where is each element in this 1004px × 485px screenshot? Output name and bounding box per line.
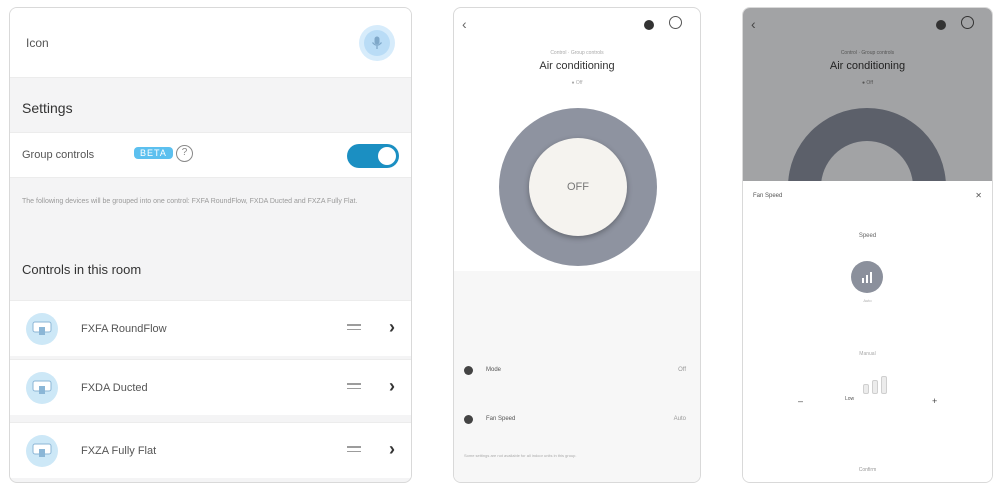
speed-label: Speed: [858, 233, 877, 239]
fan-speed-sheet: Fan Speed ✕ Speed Auto Manual – + Low Co…: [743, 181, 992, 482]
chevron-right-icon[interactable]: ›: [389, 439, 395, 460]
control-row-fxda[interactable]: FXDA Ducted ›: [10, 359, 411, 415]
fan-speed-sheet-panel: ‹ Control · Group controls Air condition…: [742, 7, 993, 483]
schedule-icon[interactable]: [936, 20, 946, 30]
speed-bar-3[interactable]: [881, 376, 887, 394]
auto-fan-button[interactable]: [851, 261, 883, 293]
fan-speed-label: Fan Speed: [486, 416, 516, 422]
dimmed-background: ‹ Control · Group controls Air condition…: [743, 8, 992, 181]
toggle-knob: [378, 147, 396, 165]
power-button[interactable]: OFF: [529, 138, 627, 236]
group-controls-row: Group controls BETA ?: [10, 132, 411, 178]
increase-button[interactable]: +: [932, 396, 937, 406]
fan-icon: [464, 415, 473, 424]
drag-handle-icon[interactable]: [347, 446, 361, 455]
group-settings-panel: Icon Settings Group controls BETA ? The …: [9, 7, 412, 483]
chevron-right-icon[interactable]: ›: [389, 317, 395, 338]
group-controls-toggle[interactable]: [347, 144, 399, 168]
ac-unit-icon: [26, 435, 58, 467]
chevron-right-icon[interactable]: ›: [389, 376, 395, 397]
icon-label: Icon: [26, 36, 49, 50]
power-icon[interactable]: [669, 16, 682, 29]
control-name: FXZA Fully Flat: [81, 445, 157, 457]
mode-row[interactable]: Mode Off: [464, 362, 690, 382]
ac-unit-icon: [26, 372, 58, 404]
group-note: Some settings are not available for all …: [464, 453, 577, 458]
schedule-icon[interactable]: [644, 20, 654, 30]
ac-unit-icon: [26, 313, 58, 345]
close-icon[interactable]: ✕: [975, 191, 982, 200]
fan-speed-value: Auto: [673, 416, 686, 422]
power-icon[interactable]: [961, 16, 974, 29]
group-info-text: The following devices will be grouped in…: [22, 198, 358, 205]
back-icon[interactable]: ‹: [751, 16, 756, 32]
bar-label: Low: [845, 396, 855, 402]
speed-bar-1[interactable]: [863, 384, 869, 394]
controls-heading: Controls in this room: [22, 262, 142, 277]
ac-control-panel: ‹ Control · Group controls Air condition…: [453, 7, 701, 483]
page-title: Air conditioning: [539, 60, 615, 72]
group-controls-label: Group controls: [22, 149, 95, 161]
fan-speed-row[interactable]: Fan Speed Auto: [464, 411, 690, 431]
mode-icon: [464, 366, 473, 375]
control-name: FXFA RoundFlow: [81, 323, 167, 335]
mode-label: Mode: [486, 367, 502, 373]
beta-badge: BETA: [134, 147, 173, 159]
drag-handle-icon[interactable]: [347, 324, 361, 333]
panel-subtitle: Control · Group controls: [550, 50, 604, 56]
confirm-label[interactable]: Confirm: [743, 467, 992, 473]
panel-subtitle: Control · Group controls: [840, 50, 895, 56]
manual-label: Manual: [859, 351, 876, 357]
drag-handle-icon[interactable]: [347, 383, 361, 392]
settings-heading: Settings: [22, 100, 73, 116]
icon-row[interactable]: Icon: [10, 8, 411, 78]
page-title: Air conditioning: [829, 60, 906, 72]
microphone-icon[interactable]: [359, 25, 395, 61]
status-subtitle: ● Off: [862, 80, 873, 86]
back-icon[interactable]: ‹: [462, 16, 467, 32]
auto-fan-label: Auto: [863, 298, 872, 303]
speed-bar-2[interactable]: [872, 380, 878, 394]
power-dial[interactable]: OFF: [499, 108, 657, 266]
status-subtitle: ● Off: [571, 80, 583, 86]
decrease-button[interactable]: –: [798, 396, 803, 406]
help-icon[interactable]: ?: [176, 145, 193, 162]
control-name: FXDA Ducted: [81, 382, 148, 394]
control-row-fxfa[interactable]: FXFA RoundFlow ›: [10, 300, 411, 356]
power-dial: [788, 108, 946, 181]
mode-value: Off: [678, 367, 686, 373]
control-row-fxza[interactable]: FXZA Fully Flat ›: [10, 422, 411, 478]
sheet-title: Fan Speed: [753, 193, 783, 199]
